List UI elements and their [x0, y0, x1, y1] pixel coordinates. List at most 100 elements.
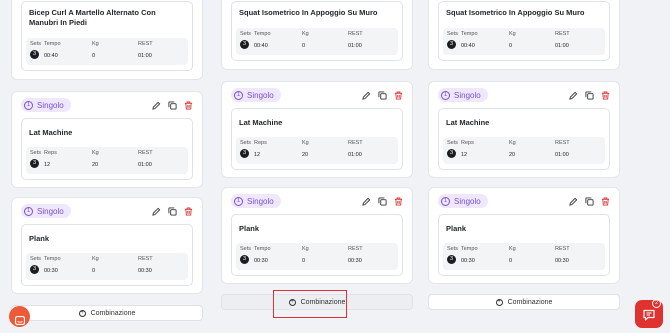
trash-icon[interactable] [184, 206, 193, 216]
stat-label-kg: Kg [509, 246, 516, 252]
copy-icon[interactable] [168, 100, 177, 110]
sets-value: 3 [447, 40, 456, 49]
badge-number: 1 [441, 90, 450, 100]
stats-panel: Sets Tempo Kg REST 3 00:30 0 00:30 [236, 243, 398, 270]
stat-value-rest: 01:00 [138, 53, 152, 59]
stat-label-kg: Kg [509, 140, 516, 146]
stat-label-2: Reps [44, 150, 57, 156]
exercise-card[interactable]: Plank Sets Tempo Kg REST 3 00:30 0 00:30 [438, 214, 610, 276]
exercise-block: 1 Singolo Lat Machine Sets Reps Kg REST … [428, 81, 620, 178]
stat-label-rest: REST [555, 31, 570, 37]
stat-label-sets: Sets [240, 140, 252, 146]
exercise-title: Lat Machine [239, 118, 283, 127]
block-header: 1 Singolo [438, 88, 610, 102]
exercise-card[interactable]: Lat Machine Sets Reps Kg REST 3 12 20 01… [231, 108, 403, 170]
pencil-icon[interactable] [152, 101, 161, 110]
trash-icon[interactable] [184, 100, 193, 110]
stat-value-rest: 01:00 [348, 152, 362, 158]
sets-value: 3 [30, 265, 39, 274]
trash-icon[interactable] [601, 90, 610, 100]
stat-value-2: 00:40 [254, 43, 268, 49]
badge-number: 1 [234, 196, 243, 206]
stat-value-kg: 0 [509, 43, 513, 49]
stat-value-kg: 0 [302, 43, 306, 49]
exercise-block: Bicep Curl A Martello Alternato Con Manu… [11, 0, 203, 80]
stat-label-sets: Sets [240, 246, 252, 252]
stats-panel: Sets Tempo Kg REST 3 00:30 0 00:30 [443, 243, 605, 270]
badge-label: Singolo [247, 90, 274, 100]
stat-value-rest: 01:00 [555, 152, 569, 158]
stat-label-2: Tempo [254, 246, 271, 252]
exercise-card[interactable]: Lat Machine Sets Reps Kg REST 3 12 20 01… [21, 118, 193, 180]
stat-label-kg: Kg [92, 256, 99, 262]
copy-icon[interactable] [585, 196, 594, 206]
sets-value: 3 [30, 50, 39, 59]
block-actions [152, 100, 193, 110]
stat-value-kg: 0 [92, 53, 96, 59]
stat-value-kg: 0 [302, 258, 306, 264]
block-header: 1 Singolo [438, 194, 610, 208]
stat-label-2: Tempo [254, 31, 271, 37]
stat-value-rest: 01:00 [138, 162, 152, 168]
exercise-title: Plank [446, 224, 467, 233]
exercise-card[interactable]: Lat Machine Sets Reps Kg REST 3 12 20 01… [438, 108, 610, 170]
pencil-icon[interactable] [362, 197, 371, 206]
stat-value-2: 00:30 [44, 268, 58, 274]
stat-label-2: Reps [254, 140, 267, 146]
exercise-card[interactable]: Bicep Curl A Martello Alternato Con Manu… [21, 1, 193, 71]
type-badge: 1 Singolo [21, 98, 71, 112]
sets-value: 3 [30, 159, 39, 168]
block-header: 1 Singolo [21, 98, 193, 112]
stat-value-2: 12 [254, 152, 261, 158]
stat-value-2: 00:30 [461, 258, 475, 264]
stat-value-2: 00:40 [44, 53, 58, 59]
trash-icon[interactable] [394, 90, 403, 100]
exercise-card[interactable]: Plank Sets Tempo Kg REST 3 00:30 0 00:30 [231, 214, 403, 276]
stat-label-rest: REST [138, 256, 153, 262]
pencil-icon[interactable] [152, 207, 161, 216]
type-badge: 1 Singolo [438, 88, 488, 102]
support-chat-button[interactable] [9, 306, 30, 327]
exercise-block: Squat Isometrico In Appoggio Su Muro Set… [428, 0, 620, 70]
exercise-card[interactable]: Squat Isometrico In Appoggio Su Muro Set… [231, 1, 403, 61]
add-combination-button[interactable]: + Combinazione [11, 305, 203, 321]
badge-label: Singolo [454, 196, 481, 206]
stats-panel: Sets Tempo Kg REST 3 00:40 0 01:00 [26, 38, 188, 65]
copy-icon[interactable] [378, 196, 387, 206]
stat-label-sets: Sets [30, 150, 42, 156]
badge-label: Singolo [247, 196, 274, 206]
stat-label-sets: Sets [30, 256, 42, 262]
stat-value-rest: 00:30 [555, 258, 569, 264]
stat-label-kg: Kg [92, 41, 99, 47]
trash-icon[interactable] [394, 196, 403, 206]
add-combination-button[interactable]: + Combinazione [428, 294, 620, 310]
stat-value-2: 00:30 [254, 258, 268, 264]
type-badge: 1 Singolo [438, 194, 488, 208]
stat-label-rest: REST [138, 41, 153, 47]
copy-icon[interactable] [378, 90, 387, 100]
stat-label-rest: REST [555, 140, 570, 146]
copy-icon[interactable] [585, 90, 594, 100]
stat-label-sets: Sets [447, 246, 459, 252]
copy-icon[interactable] [168, 206, 177, 216]
sets-value: 3 [240, 40, 249, 49]
exercise-block: 1 Singolo Plank Sets Tempo Kg REST 3 00:… [428, 187, 620, 284]
pencil-icon[interactable] [569, 197, 578, 206]
stat-value-kg: 0 [509, 258, 513, 264]
trash-icon[interactable] [601, 196, 610, 206]
stat-label-sets: Sets [447, 31, 459, 37]
sets-value: 3 [447, 255, 456, 264]
stat-label-2: Tempo [461, 246, 478, 252]
stat-label-kg: Kg [509, 31, 516, 37]
exercise-card[interactable]: Squat Isometrico In Appoggio Su Muro Set… [438, 1, 610, 61]
badge-label: Singolo [454, 90, 481, 100]
exercise-card[interactable]: Plank Sets Tempo Kg REST 3 00:30 0 00:30 [21, 224, 193, 286]
stat-value-rest: 01:00 [348, 43, 362, 49]
pencil-icon[interactable] [569, 91, 578, 100]
stat-label-sets: Sets [240, 31, 252, 37]
badge-number: 1 [24, 100, 33, 110]
pencil-icon[interactable] [362, 91, 371, 100]
exercise-block: 1 Singolo Plank Sets Tempo Kg REST 3 00:… [221, 187, 413, 284]
stat-label-sets: Sets [447, 140, 459, 146]
block-actions [152, 206, 193, 216]
